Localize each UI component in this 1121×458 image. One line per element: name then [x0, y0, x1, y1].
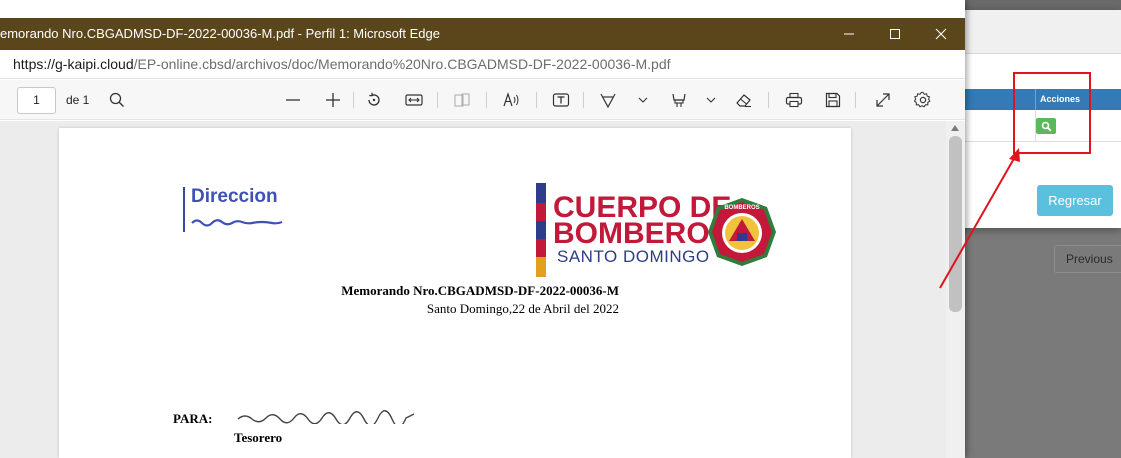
recipient-role: Tesorero — [234, 430, 283, 445]
highlight-icon[interactable] — [667, 88, 691, 112]
emblem-text: BOMBEROS — [724, 205, 759, 211]
titlebar[interactable]: emorando Nro.CBGADMSD-DF-2022-00036-M.pd… — [0, 18, 965, 50]
toolbar-divider — [536, 92, 537, 108]
rotate-icon[interactable] — [362, 88, 386, 112]
settings-icon[interactable] — [911, 88, 935, 112]
toolbar-divider — [768, 92, 769, 108]
maximize-button[interactable] — [872, 18, 918, 50]
maximize-icon — [890, 29, 900, 39]
page-number-input[interactable]: 1 — [17, 87, 56, 114]
department-accent-bar — [183, 187, 185, 232]
window-title: emorando Nro.CBGADMSD-DF-2022-00036-M.pd… — [0, 26, 440, 41]
url-path: /EP-online.cbsd/archivos/doc/Memorando%2… — [133, 56, 671, 72]
url-text[interactable]: https://g-kaipi.cloud/EP-online.cbsd/arc… — [13, 50, 671, 79]
two-page-icon[interactable] — [450, 88, 474, 112]
search-icon[interactable] — [105, 88, 129, 112]
url-host: https://g-kaipi.cloud — [13, 56, 134, 72]
zoom-out-icon[interactable] — [281, 88, 305, 112]
firefighters-emblem-icon: BOMBEROS — [708, 198, 776, 266]
pdf-toolbar: 1 de 1 — [0, 80, 965, 120]
read-aloud-icon[interactable] — [500, 88, 524, 112]
memo-number: Memorando Nro.CBGADMSD-DF-2022-00036-M — [341, 283, 619, 298]
regresar-button[interactable]: Regresar — [1037, 185, 1113, 216]
minimize-icon — [844, 33, 854, 35]
modal-header — [955, 10, 1121, 54]
eraser-icon[interactable] — [732, 88, 756, 112]
toolbar-divider — [486, 92, 487, 108]
recipient-name-redacted — [237, 410, 415, 424]
draw-icon[interactable] — [596, 88, 620, 112]
minimize-button[interactable] — [826, 18, 872, 50]
page-count: de 1 — [66, 93, 90, 107]
close-button[interactable] — [918, 18, 964, 50]
logo-stripe — [536, 183, 546, 277]
toolbar-divider — [855, 92, 856, 108]
fullscreen-icon[interactable] — [871, 88, 895, 112]
fit-width-icon[interactable] — [402, 88, 426, 112]
save-icon[interactable] — [821, 88, 845, 112]
logo-text-santo-domingo: SANTO DOMINGO — [557, 247, 710, 266]
logo-text-bomberos: BOMBEROS — [553, 217, 730, 250]
zoom-in-icon[interactable] — [321, 88, 345, 112]
toolbar-divider — [437, 92, 438, 108]
department-title: Direccion — [191, 186, 278, 207]
memo-date: Santo Domingo,22 de Abril del 2022 — [426, 301, 619, 316]
toolbar-divider — [583, 92, 584, 108]
close-icon — [935, 28, 947, 40]
previous-button[interactable]: Previous — [1054, 245, 1121, 273]
text-icon[interactable] — [549, 88, 573, 112]
print-icon[interactable] — [782, 88, 806, 112]
chevron-down-icon[interactable] — [631, 88, 655, 112]
address-bar[interactable]: https://g-kaipi.cloud/EP-online.cbsd/arc… — [0, 50, 965, 79]
edge-window: emorando Nro.CBGADMSD-DF-2022-00036-M.pd… — [0, 0, 965, 458]
para-label: PARA: — [173, 411, 213, 426]
toolbar-divider — [353, 92, 354, 108]
chevron-down-icon[interactable] — [699, 88, 723, 112]
annotation-arrow — [939, 148, 1020, 289]
department-subtitle-redacted — [191, 219, 283, 227]
